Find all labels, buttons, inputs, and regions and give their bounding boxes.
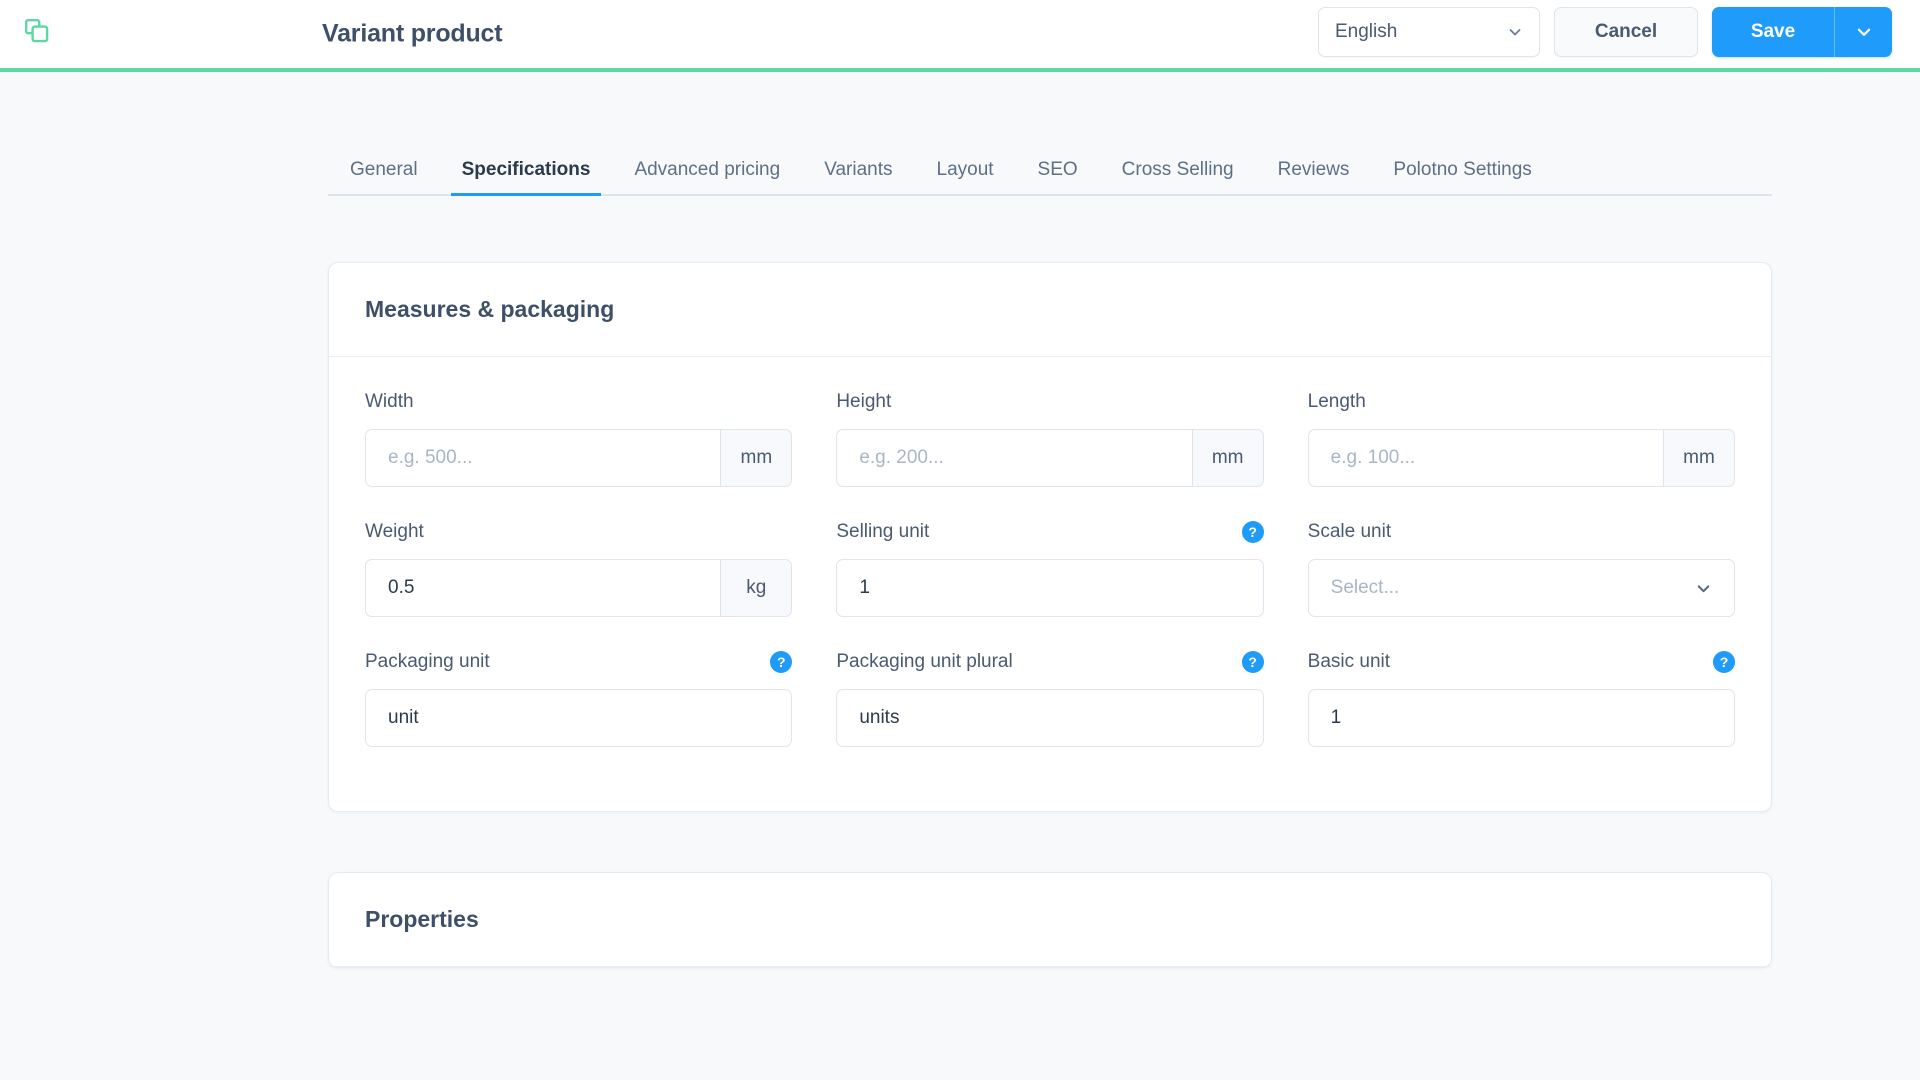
cancel-button[interactable]: Cancel	[1554, 7, 1698, 57]
field-scale-unit: Scale unit Select...	[1307, 517, 1735, 617]
weight-input-wrap: 0.5 kg	[365, 559, 793, 617]
question-mark-icon[interactable]: ?	[1241, 651, 1264, 673]
tab-advanced-pricing[interactable]: Advanced pricing	[634, 159, 780, 194]
width-input[interactable]: e.g. 500...	[365, 429, 721, 487]
page-title: Variant product	[322, 19, 503, 48]
form-row-dimensions: Width e.g. 500... mm Height e.g. 200...	[365, 387, 1735, 487]
card-body: Width e.g. 500... mm Height e.g. 200...	[329, 357, 1771, 811]
language-select-value: English	[1335, 21, 1398, 42]
question-mark-icon[interactable]: ?	[770, 651, 793, 673]
tab-bar: General Specifications Advanced pricing …	[328, 140, 1772, 196]
card-header: Properties	[329, 873, 1771, 967]
selling-unit-label: Selling unit	[836, 521, 930, 542]
chevron-down-icon	[1695, 580, 1712, 597]
field-height: Height e.g. 200... mm	[836, 387, 1264, 487]
field-basic-unit: Basic unit ? 1	[1307, 647, 1735, 747]
length-label: Length	[1307, 391, 1366, 412]
field-label-row: Length	[1308, 387, 1735, 417]
weight-label: Weight	[365, 521, 424, 542]
save-dropdown-button[interactable]	[1834, 7, 1892, 57]
measures-packaging-card: Measures & packaging Width e.g. 500... m…	[328, 262, 1772, 812]
field-label-row: Basic unit ?	[1308, 647, 1735, 677]
field-packaging-unit: Packaging unit ? unit	[365, 647, 793, 747]
height-unit-addon: mm	[1191, 429, 1264, 487]
field-label-row: Packaging unit ?	[365, 647, 793, 677]
tab-polotno-settings[interactable]: Polotno Settings	[1393, 159, 1531, 194]
packaging-unit-label: Packaging unit	[365, 651, 490, 672]
tab-reviews[interactable]: Reviews	[1278, 159, 1350, 194]
packaging-unit-plural-input[interactable]: units	[836, 689, 1264, 747]
height-input-wrap: e.g. 200... mm	[836, 429, 1264, 487]
scale-unit-select[interactable]: Select...	[1307, 559, 1735, 617]
packaging-unit-input[interactable]: unit	[365, 689, 793, 747]
tab-variants[interactable]: Variants	[824, 159, 892, 194]
field-label-row: Width	[365, 387, 792, 417]
width-input-wrap: e.g. 500... mm	[365, 429, 793, 487]
field-width: Width e.g. 500... mm	[365, 387, 793, 487]
selling-unit-input-wrap: 1	[836, 559, 1264, 617]
tab-cross-selling[interactable]: Cross Selling	[1122, 159, 1234, 194]
form-row-packaging: Packaging unit ? unit Packaging unit plu…	[365, 647, 1735, 747]
length-unit-addon: mm	[1663, 429, 1735, 487]
field-label-row: Weight	[365, 517, 792, 547]
language-select[interactable]: English	[1318, 7, 1540, 57]
question-mark-icon[interactable]: ?	[1241, 521, 1264, 543]
tab-layout[interactable]: Layout	[937, 159, 994, 194]
save-button-group: Save	[1712, 7, 1892, 57]
field-label-row: Packaging unit plural ?	[836, 647, 1264, 677]
field-length: Length e.g. 100... mm	[1307, 387, 1735, 487]
properties-card: Properties	[328, 872, 1772, 968]
length-input[interactable]: e.g. 100...	[1307, 429, 1663, 487]
chevron-down-icon	[1855, 23, 1873, 41]
scale-unit-select-value: Select...	[1330, 577, 1400, 598]
field-packaging-unit-plural: Packaging unit plural ? units	[836, 647, 1264, 747]
height-input[interactable]: e.g. 200...	[836, 429, 1192, 487]
field-label-row: Scale unit	[1308, 517, 1735, 547]
page-content: General Specifications Advanced pricing …	[0, 140, 1920, 968]
tab-seo[interactable]: SEO	[1038, 159, 1078, 194]
copy-duplicate-icon[interactable]	[20, 14, 54, 48]
width-unit-addon: mm	[720, 429, 793, 487]
field-weight: Weight 0.5 kg	[365, 517, 793, 617]
packaging-unit-plural-label: Packaging unit plural	[836, 651, 1013, 672]
header-actions: English Cancel Save	[1318, 7, 1892, 57]
basic-unit-label: Basic unit	[1307, 651, 1391, 672]
card-title: Measures & packaging	[365, 296, 615, 322]
scale-unit-label: Scale unit	[1307, 521, 1392, 542]
chevron-down-icon	[1507, 24, 1523, 40]
save-button[interactable]: Save	[1712, 7, 1834, 57]
packaging-unit-plural-input-wrap: units	[836, 689, 1264, 747]
card-header: Measures & packaging	[329, 263, 1771, 357]
basic-unit-input-wrap: 1	[1307, 689, 1735, 747]
packaging-unit-input-wrap: unit	[365, 689, 793, 747]
question-mark-icon[interactable]: ?	[1713, 651, 1735, 673]
app-header: Variant product English Cancel Save	[0, 0, 1920, 72]
field-label-row: Height	[836, 387, 1263, 417]
selling-unit-input[interactable]: 1	[836, 559, 1264, 617]
weight-unit-addon: kg	[720, 559, 793, 617]
height-label: Height	[836, 391, 892, 412]
width-label: Width	[365, 391, 414, 412]
tab-specifications[interactable]: Specifications	[450, 159, 602, 196]
tab-general[interactable]: General	[350, 159, 418, 194]
card-title: Properties	[365, 906, 479, 932]
field-selling-unit: Selling unit ? 1	[836, 517, 1264, 617]
basic-unit-input[interactable]: 1	[1307, 689, 1735, 747]
form-row-units: Weight 0.5 kg Selling unit ? 1 Scale uni…	[365, 517, 1735, 617]
weight-input[interactable]: 0.5	[365, 559, 721, 617]
length-input-wrap: e.g. 100... mm	[1307, 429, 1735, 487]
field-label-row: Selling unit ?	[836, 517, 1264, 547]
